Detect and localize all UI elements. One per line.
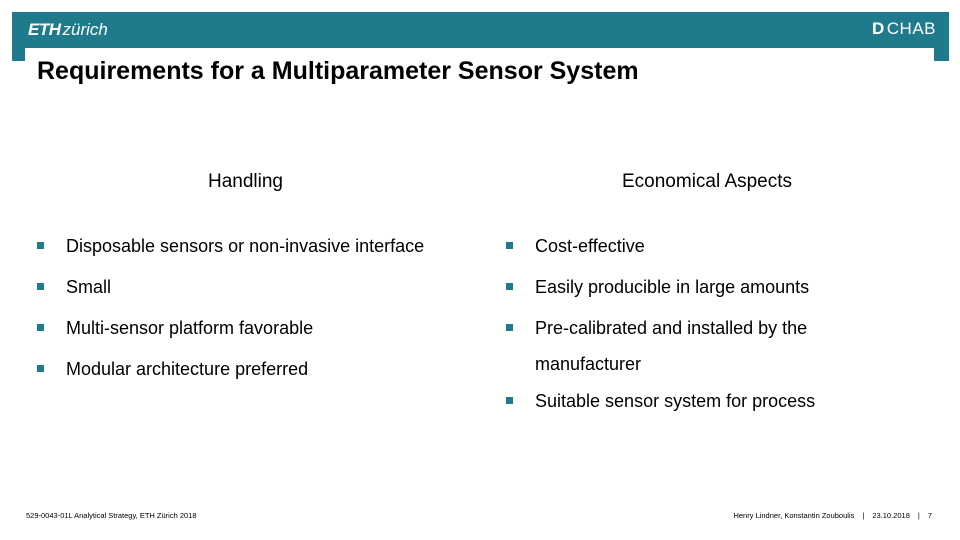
department-logo: D CHAB xyxy=(872,18,936,40)
economical-list: Cost-effective Easily producible in larg… xyxy=(506,232,866,428)
square-bullet-icon xyxy=(506,242,513,249)
handling-list: Disposable sensors or non-invasive inter… xyxy=(37,232,487,396)
square-bullet-icon xyxy=(506,397,513,404)
header-tab-right xyxy=(934,48,949,61)
header-bar xyxy=(12,12,949,48)
list-item: Pre-calibrated and installed by the manu… xyxy=(506,310,866,382)
list-item-text: Suitable sensor system for process xyxy=(535,391,816,411)
list-item-text: Easily producible in large amounts xyxy=(535,277,810,297)
square-bullet-icon xyxy=(37,283,44,290)
footer-separator: | xyxy=(862,511,865,520)
footer-date: 23.10.2018 xyxy=(872,511,910,520)
list-item-text: Modular architecture preferred xyxy=(66,359,309,379)
logo-eth: ETH xyxy=(28,20,61,39)
list-item: Small xyxy=(37,273,487,301)
list-item-text: Multi-sensor platform favorable xyxy=(66,318,314,338)
footer-separator: | xyxy=(917,511,920,520)
column-heading-economical: Economical Aspects xyxy=(622,171,793,192)
square-bullet-icon xyxy=(506,324,513,331)
footer-course: 529-0043-01L Analytical Strategy, ETH Zü… xyxy=(26,511,197,520)
footer-authors: Henry Lindner, Konstantin Zouboulis xyxy=(733,511,855,520)
list-item: Easily producible in large amounts xyxy=(506,273,866,301)
list-item-text: Cost-effective xyxy=(535,236,645,256)
list-item: Suitable sensor system for process xyxy=(506,387,866,415)
list-item: Modular architecture preferred xyxy=(37,355,487,383)
dept-chab: CHAB xyxy=(886,19,936,38)
list-item-text: Pre-calibrated and installed by the manu… xyxy=(535,318,808,374)
header-tab-left xyxy=(12,48,25,61)
dept-d: D xyxy=(871,19,885,38)
list-item-text: Disposable sensors or non-invasive inter… xyxy=(66,236,425,256)
column-heading-handling: Handling xyxy=(208,171,283,192)
square-bullet-icon xyxy=(37,242,44,249)
square-bullet-icon xyxy=(37,365,44,372)
square-bullet-icon xyxy=(506,283,513,290)
list-item: Multi-sensor platform favorable xyxy=(37,314,487,342)
logo-zurich: zürich xyxy=(62,20,108,39)
slide-title: Requirements for a Multiparameter Sensor… xyxy=(37,57,639,85)
eth-zurich-logo: ETH zürich xyxy=(28,19,108,41)
list-item: Disposable sensors or non-invasive inter… xyxy=(37,232,487,260)
footer-page-number: 7 xyxy=(927,511,932,520)
list-item-text: Small xyxy=(66,277,112,297)
list-item: Cost-effective xyxy=(506,232,866,260)
square-bullet-icon xyxy=(37,324,44,331)
footer-meta: Henry Lindner, Konstantin Zouboulis | 23.1… xyxy=(733,511,932,520)
